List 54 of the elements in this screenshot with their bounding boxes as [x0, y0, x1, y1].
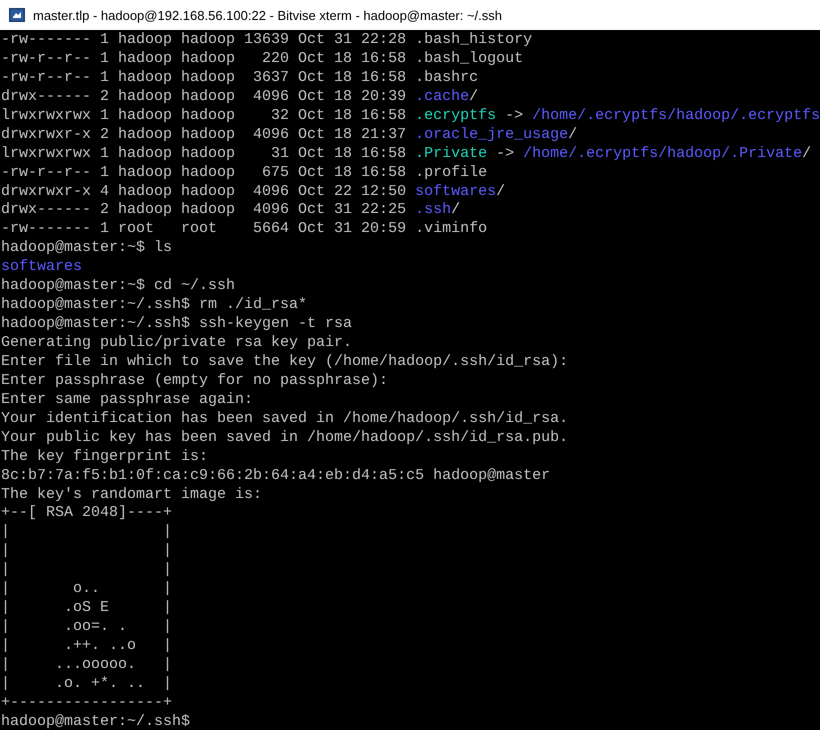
terminal-text: -rw-r--r-- 1 hadoop hadoop 220 Oct 18 16:58 .bash_logout: [1, 50, 524, 67]
directory-name: softwares: [415, 182, 496, 200]
terminal-text: The key's randomart image is:: [1, 486, 262, 502]
terminal-text: ->: [504, 106, 524, 124]
terminal-text: | o.. |: [1, 580, 172, 598]
terminal-text: hadoop@master:~$ cd ~/.ssh: [1, 277, 236, 294]
symlink-name: .ecryptfs: [415, 106, 496, 124]
directory-name: .oracle_jre_usage: [415, 126, 568, 143]
terminal-text: /: [568, 126, 578, 143]
terminal-text: +-----------------+: [1, 694, 172, 711]
terminal-text: drwx------ 2 hadoop hadoop 4096 Oct 18 20:39: [1, 88, 408, 105]
terminal-text: Your public key has been saved in /home/hadoop/.ssh/id_rsa.pub.: [1, 428, 568, 446]
terminal-text: Your identification has been saved in /home/hadoop/.ssh/id_rsa.: [1, 410, 568, 427]
window-title: master.tlp - hadoop@192.168.56.100:22 - Bitvise xterm - hadoop@master: ~/.ssh: [33, 8, 502, 22]
terminal-text: Enter passphrase (empty for no passphrase):: [1, 372, 388, 389]
terminal-text: Generating public/private rsa key pair.: [1, 334, 352, 351]
terminal-text: hadoop@master:~/.ssh$ rm ./id_rsa*: [1, 296, 308, 314]
terminal-text: The key fingerprint is:: [1, 448, 208, 465]
terminal-text: /: [802, 144, 812, 162]
terminal-text: | ...ooooo. |: [1, 656, 172, 673]
terminal-app-icon: [9, 8, 25, 22]
terminal-text: Enter same passphrase again:: [1, 390, 254, 408]
terminal-text: /: [451, 201, 460, 218]
terminal-text: -rw-r--r-- 1 hadoop hadoop 3637 Oct 18 16:58 .bashrc: [1, 68, 478, 86]
directory-name: /home/.ecryptfs/hadoop/.Private: [523, 144, 802, 162]
terminal-text: 8c:b7:7a:f5:b1:0f:ca:c9:66:2b:64:a4:eb:d4:a5:c5 hadoop@master: [1, 466, 550, 484]
terminal-text: drwxrwxr-x 4 hadoop hadoop 4096 Oct 22 12:50: [1, 182, 408, 200]
terminal-text: /: [469, 88, 478, 105]
terminal-text: hadoop@master:~$ ls: [1, 239, 172, 256]
terminal-text: drwx------ 2 hadoop hadoop 4096 Oct 31 22:25: [1, 201, 408, 218]
directory-name: .ssh: [415, 201, 452, 218]
directory-name: .cache: [415, 88, 470, 105]
terminal-text: -rw------- 1 hadoop hadoop 13639 Oct 31 22:28 .bash_history: [1, 31, 532, 48]
terminal-text: hadoop@master:~/.ssh$ ssh-keygen -t rsa: [1, 315, 352, 332]
terminal-text: Enter file in which to save the key (/home/hadoop/.ssh/id_rsa):: [1, 352, 568, 370]
directory-name: /home/.ecryptfs/hadoop/.ecryptfs: [532, 106, 820, 124]
terminal-text: ->: [495, 144, 516, 162]
terminal-text: | |: [1, 542, 172, 560]
terminal-text: /: [496, 182, 506, 200]
terminal-text: lrwxrwxrwx 1 hadoop hadoop 31 Oct 18 16:58: [1, 144, 408, 162]
terminal-text: | .o. +*. .. |: [1, 674, 172, 692]
terminal-text: | .oo=. . |: [1, 618, 172, 636]
terminal-text: -rw-r--r-- 1 hadoop hadoop 675 Oct 18 16:58 .profile: [1, 164, 488, 181]
terminal-text: -rw------- 1 root root 5664 Oct 31 20:59 .viminfo: [1, 220, 488, 238]
terminal-text: | |: [1, 523, 172, 540]
terminal-text: lrwxrwxrwx 1 hadoop hadoop 32 Oct 18 16:58: [1, 106, 408, 124]
terminal-text: | .++. ..o |: [1, 637, 172, 654]
terminal-text: drwxrwxr-x 2 hadoop hadoop 4096 Oct 18 21:37: [1, 126, 408, 143]
symlink-name: .Private: [415, 144, 488, 162]
terminal-text: | .oS E |: [1, 599, 172, 616]
terminal-text: | |: [1, 561, 172, 578]
directory-name: softwares: [1, 258, 82, 276]
terminal-text: hadoop@master:~/.ssh$: [1, 712, 190, 730]
terminal-text: +--[ RSA 2048]----+: [1, 504, 172, 522]
